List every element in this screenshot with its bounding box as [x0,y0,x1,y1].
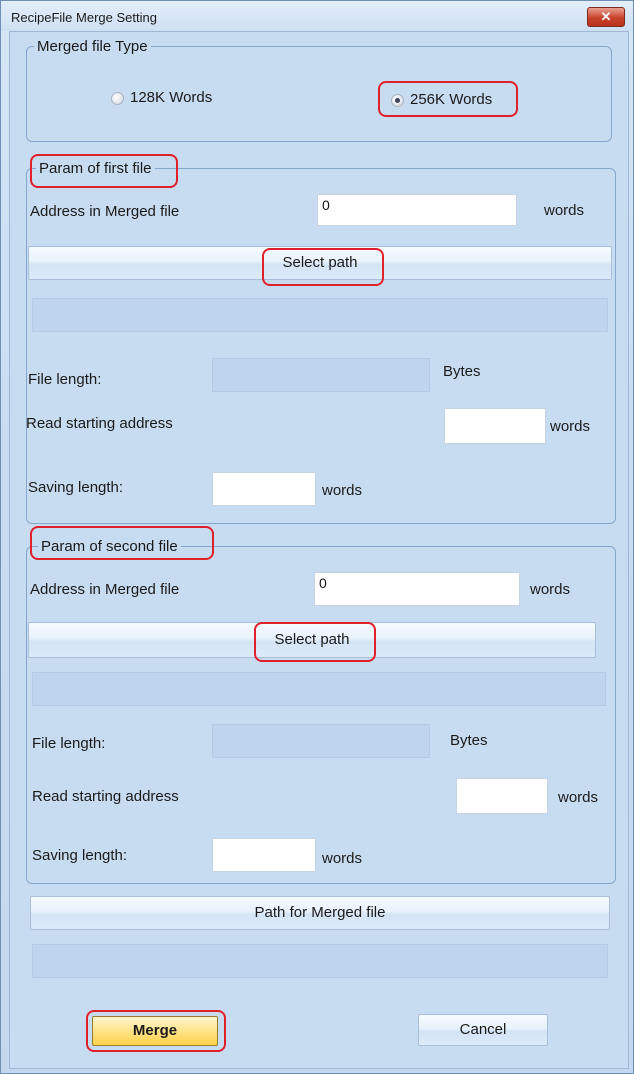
first-saving-length-label: Saving length: [28,479,124,496]
highlight-256k [378,81,518,117]
highlight-first-legend [30,154,178,188]
cancel-button[interactable]: Cancel [418,1014,548,1046]
title-bar: RecipeFile Merge Setting ✕ [1,1,633,31]
window-title: RecipeFile Merge Setting [11,10,157,25]
first-file-length-label: File length: [28,371,102,388]
highlight-merge-button [86,1010,226,1052]
second-saving-length-label: Saving length: [32,847,128,864]
close-button[interactable]: ✕ [587,7,625,27]
second-read-start-input[interactable] [456,778,548,814]
highlight-second-select-path [254,622,376,662]
merged-path-button[interactable]: Path for Merged file [30,896,610,930]
second-saving-length-input[interactable] [212,838,316,872]
dialog-body: Merged file Type 128K Words 256K Words P… [9,31,629,1069]
close-icon: ✕ [600,9,612,24]
second-file-length-label: File length: [32,735,106,752]
merge-setting-window: RecipeFile Merge Setting ✕ Merged file T… [0,0,634,1074]
second-file-length-unit: Bytes [450,732,488,749]
highlight-first-select-path [262,248,384,286]
second-address-label: Address in Merged file [30,581,180,598]
first-saving-length-input[interactable] [212,472,316,506]
first-path-field [32,298,608,332]
second-address-input[interactable]: 0 [314,572,520,606]
first-read-start-label: Read starting address [26,415,173,432]
first-file-length-field [212,358,430,392]
first-address-unit: words [544,202,585,219]
second-read-start-unit: words [558,789,599,806]
second-path-field [32,672,606,706]
first-address-label: Address in Merged file [30,203,180,220]
radio-128k-label[interactable]: 128K Words [130,89,212,106]
first-file-length-unit: Bytes [443,363,481,380]
first-address-input[interactable]: 0 [317,194,517,226]
second-saving-length-unit: words [322,850,363,867]
second-file-length-field [212,724,430,758]
first-saving-length-unit: words [322,482,363,499]
first-read-start-unit: words [550,418,591,435]
second-read-start-label: Read starting address [32,788,179,805]
highlight-second-legend [30,526,214,560]
merged-path-field [32,944,608,978]
first-read-start-input[interactable] [444,408,546,444]
radio-128k[interactable] [111,92,124,105]
merged-file-type-legend: Merged file Type [34,38,151,55]
second-address-unit: words [530,581,571,598]
